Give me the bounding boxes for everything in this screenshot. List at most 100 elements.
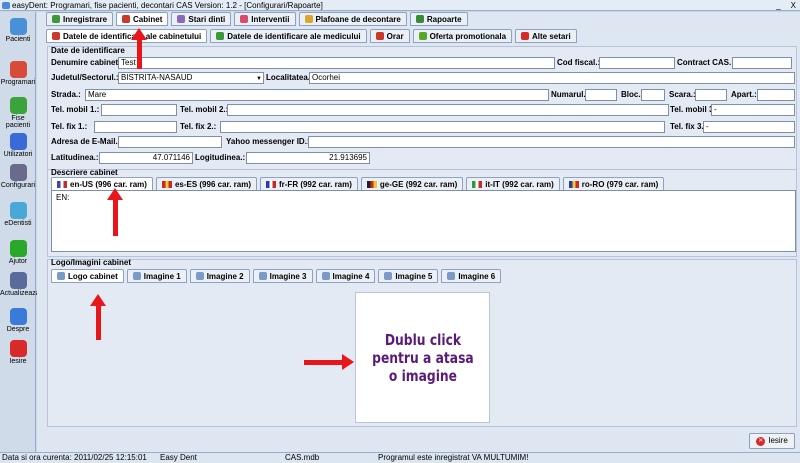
logo-tab[interactable]: Imagine 5 — [378, 269, 439, 283]
strada-field[interactable]: Mare — [85, 89, 549, 101]
info-icon — [9, 308, 27, 325]
main-panel: Inregistrare Cabinet Stari dinti Interventi… — [37, 12, 800, 452]
chevron-down-icon[interactable]: ▼ — [256, 74, 262, 83]
sidebar-item[interactable]: Programari — [0, 61, 36, 86]
top-tab[interactable]: Cabinet — [116, 12, 169, 26]
logo-drop-area[interactable]: Dublu click pentru a atasa o imagine — [355, 292, 490, 423]
apart-field[interactable] — [757, 89, 795, 101]
tab-label: Cabinet — [133, 14, 163, 24]
judet-select[interactable]: BISTRITA-NASAUD ▼ — [118, 72, 264, 84]
image-icon — [195, 272, 204, 280]
tab-label: Inregistrare — [63, 14, 108, 24]
email-label: Adresa de E-Mail.: — [51, 137, 121, 146]
localitate-field[interactable]: Ocorhei — [309, 72, 795, 84]
fix3-field[interactable]: - — [703, 121, 795, 133]
minimize-button[interactable]: _ — [776, 0, 780, 11]
bloc-label: Bloc.: — [621, 90, 644, 99]
flag-icon — [366, 180, 377, 188]
numarul-field[interactable] — [585, 89, 617, 101]
tab-label: Imagine 1 — [143, 271, 181, 281]
sidebar-item[interactable]: Configurari — [0, 164, 36, 189]
sub-tab[interactable]: Datele de identificare ale medicului — [210, 29, 367, 43]
sidebar-item-label: Pacienti — [5, 36, 31, 43]
yahoo-label: Yahoo messenger ID.: — [226, 137, 310, 146]
mobil3-field[interactable]: - — [711, 104, 795, 116]
status-message: Programul este inregistrat VA MULTUMIM! — [378, 453, 529, 462]
cod-fiscal-field[interactable] — [599, 57, 675, 69]
numarul-label: Numarul.: — [551, 90, 589, 99]
logo-tab[interactable]: Imagine 3 — [252, 269, 313, 283]
fix1-field[interactable] — [94, 121, 177, 133]
sidebar-item[interactable]: Actualizeaza — [0, 272, 40, 297]
image-icon — [258, 272, 267, 280]
tab-label: Interventii — [251, 14, 290, 24]
mobil2-field[interactable] — [227, 104, 669, 116]
language-tab[interactable]: ge-GE (992 car. ram) — [360, 177, 464, 191]
denumire-field[interactable]: Test — [118, 57, 555, 69]
top-tab[interactable]: Stari dinti — [171, 12, 232, 26]
language-tab-bar: en-US (996 car. ram) es-ES (996 car. ram)… — [51, 177, 665, 191]
description-group-title: Descriere cabinet — [51, 168, 118, 177]
flag-icon — [265, 180, 276, 188]
sub-tab[interactable]: Alte setari — [515, 29, 577, 43]
tab-icon — [521, 32, 530, 40]
language-tab[interactable]: ro-RO (979 car. ram) — [562, 177, 665, 191]
tab-icon — [216, 32, 225, 40]
logo-tab[interactable]: Imagine 2 — [189, 269, 250, 283]
language-tab[interactable]: fr-FR (992 car. ram) — [259, 177, 358, 191]
scara-label: Scara.: — [669, 90, 696, 99]
sidebar-item[interactable]: eDentisti — [0, 202, 36, 227]
status-datetime: Data si ora curenta: 2011/02/25 12:15:01 — [2, 453, 147, 462]
tab-label: Imagine 4 — [332, 271, 370, 281]
sidebar-item[interactable]: Pacienti — [0, 18, 36, 43]
latitude-field[interactable]: 47.071146 — [99, 152, 193, 164]
mobil1-field[interactable] — [101, 104, 177, 116]
close-button[interactable]: X — [791, 0, 796, 11]
logo-tab[interactable]: Logo cabinet — [51, 269, 124, 283]
fix2-field[interactable] — [220, 121, 665, 133]
sidebar-item[interactable]: Ajutor — [0, 240, 36, 265]
top-tab[interactable]: Interventii — [234, 12, 296, 26]
sub-tab[interactable]: Datele de identificare ale cabinetului — [46, 29, 208, 43]
sidebar-item-label: Configurari — [0, 182, 36, 189]
description-textarea[interactable]: EN: — [51, 190, 796, 252]
image-icon — [132, 272, 141, 280]
sidebar-item[interactable]: Fise pacienti — [0, 97, 36, 129]
exit-button[interactable]: ✕ Iesire — [749, 433, 795, 449]
tab-label: Plafoane de decontare — [315, 14, 401, 24]
sidebar-item[interactable]: Despre — [0, 308, 36, 333]
top-tab[interactable]: Rapoarte — [409, 12, 468, 26]
yahoo-field[interactable] — [308, 136, 795, 148]
tab-label: Imagine 5 — [395, 271, 433, 281]
sub-tab[interactable]: Oferta promotionala — [412, 29, 513, 43]
latitude-label: Latitudinea.: — [51, 153, 99, 162]
title-bar: easyDent: Programari, fise pacienti, dec… — [0, 0, 800, 11]
contract-field[interactable] — [732, 57, 792, 69]
longitude-field[interactable]: 21.913695 — [246, 152, 370, 164]
language-tab[interactable]: it-IT (992 car. ram) — [466, 177, 560, 191]
sidebar-item-label: eDentisti — [4, 220, 32, 227]
sidebar-item[interactable]: Utilizatori — [0, 133, 36, 158]
logo-tab[interactable]: Imagine 4 — [315, 269, 376, 283]
email-field[interactable] — [118, 136, 222, 148]
apart-label: Apart.: — [731, 90, 757, 99]
tab-icon — [52, 32, 60, 40]
tab-icon — [240, 15, 249, 23]
top-tab[interactable]: Plafoane de decontare — [298, 12, 407, 26]
patient-icon — [9, 18, 27, 35]
top-tab[interactable]: Inregistrare — [46, 12, 114, 26]
scara-field[interactable] — [695, 89, 727, 101]
flag-icon — [472, 180, 483, 188]
tab-label: fr-FR (992 car. ram) — [278, 179, 352, 189]
logo-tab[interactable]: Imagine 1 — [126, 269, 187, 283]
description-text: EN: — [56, 193, 70, 202]
sidebar-item[interactable]: Iesire — [0, 340, 36, 365]
tab-label: Oferta promotionala — [429, 31, 507, 41]
language-tab[interactable]: es-ES (996 car. ram) — [155, 177, 257, 191]
judet-selected-value: BISTRITA-NASAUD — [121, 73, 193, 82]
tab-label: Logo cabinet — [68, 271, 118, 281]
language-tab[interactable]: en-US (996 car. ram) — [51, 177, 153, 191]
logo-tab[interactable]: Imagine 6 — [441, 269, 502, 283]
sub-tab[interactable]: Orar — [369, 29, 410, 43]
bloc-field[interactable] — [641, 89, 665, 101]
